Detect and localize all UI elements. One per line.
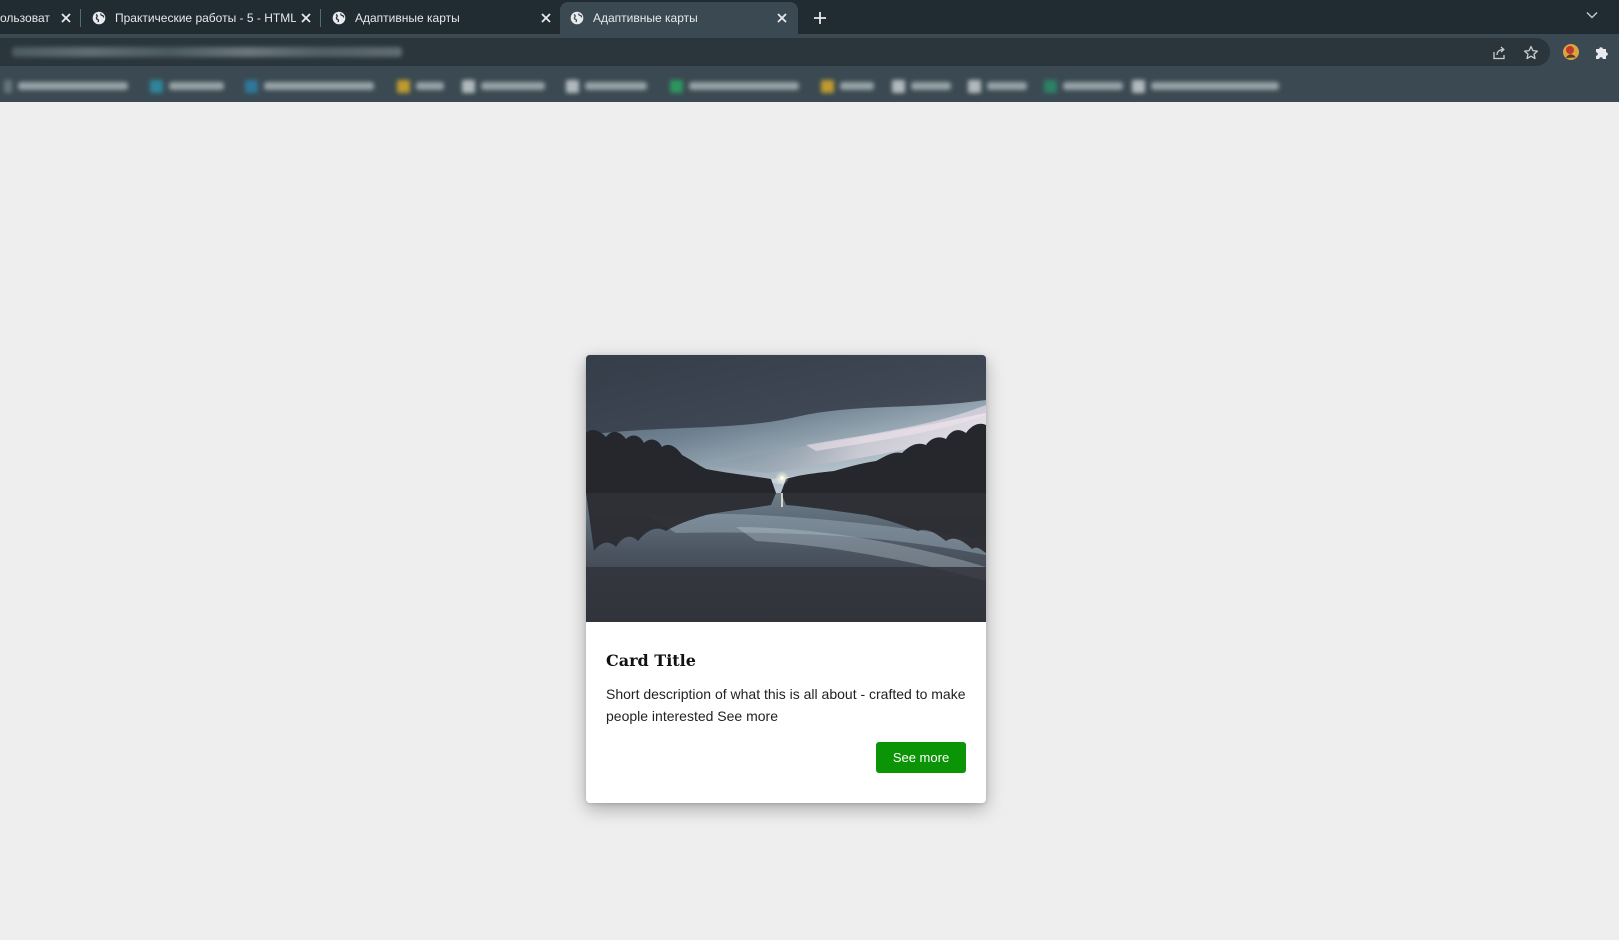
close-icon[interactable] xyxy=(296,8,316,28)
globe-icon xyxy=(570,11,584,25)
bookmark-item[interactable] xyxy=(821,79,874,93)
tab-title: Адаптивные карты xyxy=(593,11,698,25)
tab-separator xyxy=(320,9,321,27)
tab-1[interactable]: ользоват xyxy=(0,2,76,34)
share-icon[interactable] xyxy=(1490,44,1508,62)
tab-title: ользоват xyxy=(0,11,50,25)
bookmarks-bar xyxy=(0,70,1619,102)
bookmark-item[interactable] xyxy=(150,79,224,93)
see-more-button[interactable]: See more xyxy=(876,742,966,773)
card: Card Title Short description of what thi… xyxy=(586,355,986,803)
url-text-blurred xyxy=(12,47,402,57)
globe-icon xyxy=(92,11,106,25)
bookmark-item[interactable] xyxy=(462,79,545,93)
close-icon[interactable] xyxy=(536,8,556,28)
browser-toolbar xyxy=(0,34,1619,70)
card-title: Card Title xyxy=(606,651,696,670)
card-description: Short description of what this is all ab… xyxy=(606,686,966,724)
plus-icon xyxy=(814,12,826,24)
star-icon[interactable] xyxy=(1522,44,1540,62)
bookmark-item[interactable] xyxy=(245,79,374,93)
bookmark-item[interactable] xyxy=(968,79,1027,93)
tab-3[interactable]: Адаптивные карты xyxy=(332,2,556,34)
tab-title: Практические работы - 5 - HTML xyxy=(115,11,296,25)
tab-2[interactable]: Практические работы - 5 - HTML xyxy=(92,2,316,34)
close-icon[interactable] xyxy=(772,8,792,28)
chevron-down-icon xyxy=(1586,12,1598,19)
profile-avatar-icon[interactable] xyxy=(1560,41,1582,63)
bookmark-item[interactable] xyxy=(892,79,951,93)
tab-separator xyxy=(80,9,81,27)
tab-strip: ользоват Практические работы - 5 - HTML … xyxy=(0,0,1619,34)
puzzle-icon[interactable] xyxy=(1591,41,1613,63)
bookmark-item[interactable] xyxy=(1132,79,1279,93)
address-bar[interactable] xyxy=(0,38,1550,66)
bookmark-item[interactable] xyxy=(670,79,799,93)
bookmark-item[interactable] xyxy=(1044,79,1123,93)
new-tab-button[interactable] xyxy=(808,6,832,30)
tab-title: Адаптивные карты xyxy=(355,11,460,25)
bookmark-item[interactable] xyxy=(566,79,647,93)
tab-4-active[interactable]: Адаптивные карты xyxy=(560,2,798,34)
bookmark-item[interactable] xyxy=(4,79,128,93)
close-icon[interactable] xyxy=(56,8,76,28)
bookmark-item[interactable] xyxy=(397,79,444,93)
globe-icon xyxy=(332,11,346,25)
card-image xyxy=(586,355,986,622)
tab-search-button[interactable] xyxy=(1580,4,1604,26)
